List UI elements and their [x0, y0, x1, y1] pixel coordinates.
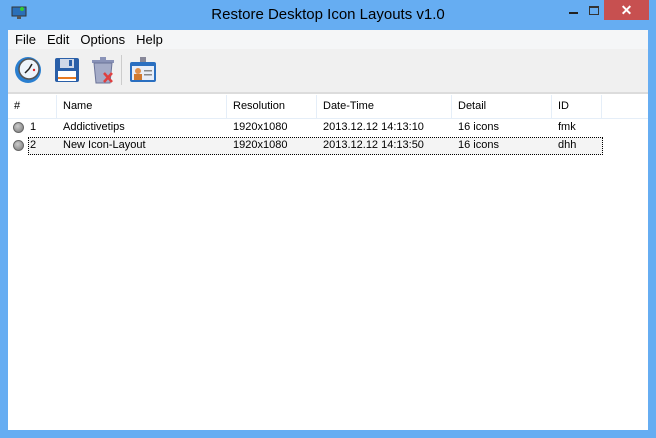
row-detail: 16 icons: [458, 139, 499, 151]
column-header-number[interactable]: #: [8, 95, 57, 118]
row-resolution: 1920x1080: [233, 121, 288, 133]
table-row[interactable]: 1 Addictivetips 1920x1080 2013.12.12 14:…: [8, 119, 603, 137]
restore-clock-icon[interactable]: [13, 55, 43, 85]
status-dot-icon: [13, 140, 24, 151]
row-id: dhh: [558, 139, 577, 151]
row-marker: [8, 137, 28, 155]
status-dot-icon: [13, 122, 24, 133]
minimize-button[interactable]: [560, 0, 586, 20]
row-number: 2: [30, 139, 37, 151]
list-header: # Name Resolution Date-Time Detail ID: [8, 95, 648, 119]
table-row-selected[interactable]: 2 New Icon-Layout 1920x1080 2013.12.12 1…: [28, 137, 603, 155]
column-header-detail[interactable]: Detail: [452, 95, 552, 118]
row-number: 1: [30, 121, 37, 133]
id-card-icon[interactable]: [128, 55, 158, 85]
row-name: New Icon-Layout: [63, 139, 146, 151]
menu-options[interactable]: Options: [76, 30, 132, 49]
column-header-name[interactable]: Name: [57, 95, 227, 118]
menu-help[interactable]: Help: [132, 30, 170, 49]
menu-edit[interactable]: Edit: [43, 30, 76, 49]
row-id: fmk: [558, 121, 576, 133]
toolbar-separator: [121, 55, 122, 85]
toolbar: [8, 49, 648, 94]
row-detail: 16 icons: [458, 121, 499, 133]
column-header-id[interactable]: ID: [552, 95, 602, 118]
delete-trash-icon[interactable]: [88, 55, 118, 85]
close-button[interactable]: ✕: [604, 0, 649, 20]
menu-file[interactable]: File: [11, 30, 43, 49]
row-name: Addictivetips: [63, 121, 125, 133]
column-header-date-time[interactable]: Date-Time: [317, 95, 452, 118]
client-area: File Edit Options Help # Name Resolution…: [8, 30, 648, 430]
window-title: Restore Desktop Icon Layouts v1.0: [211, 6, 445, 23]
row-datetime: 2013.12.12 14:13:50: [323, 139, 424, 151]
save-floppy-icon[interactable]: [52, 55, 82, 85]
maximize-button[interactable]: [586, 0, 604, 20]
column-header-resolution[interactable]: Resolution: [227, 95, 317, 118]
row-resolution: 1920x1080: [233, 139, 288, 151]
title-bar: Restore Desktop Icon Layouts v1.0 ✕: [0, 0, 656, 30]
menu-bar: File Edit Options Help: [8, 30, 648, 49]
row-datetime: 2013.12.12 14:13:10: [323, 121, 424, 133]
